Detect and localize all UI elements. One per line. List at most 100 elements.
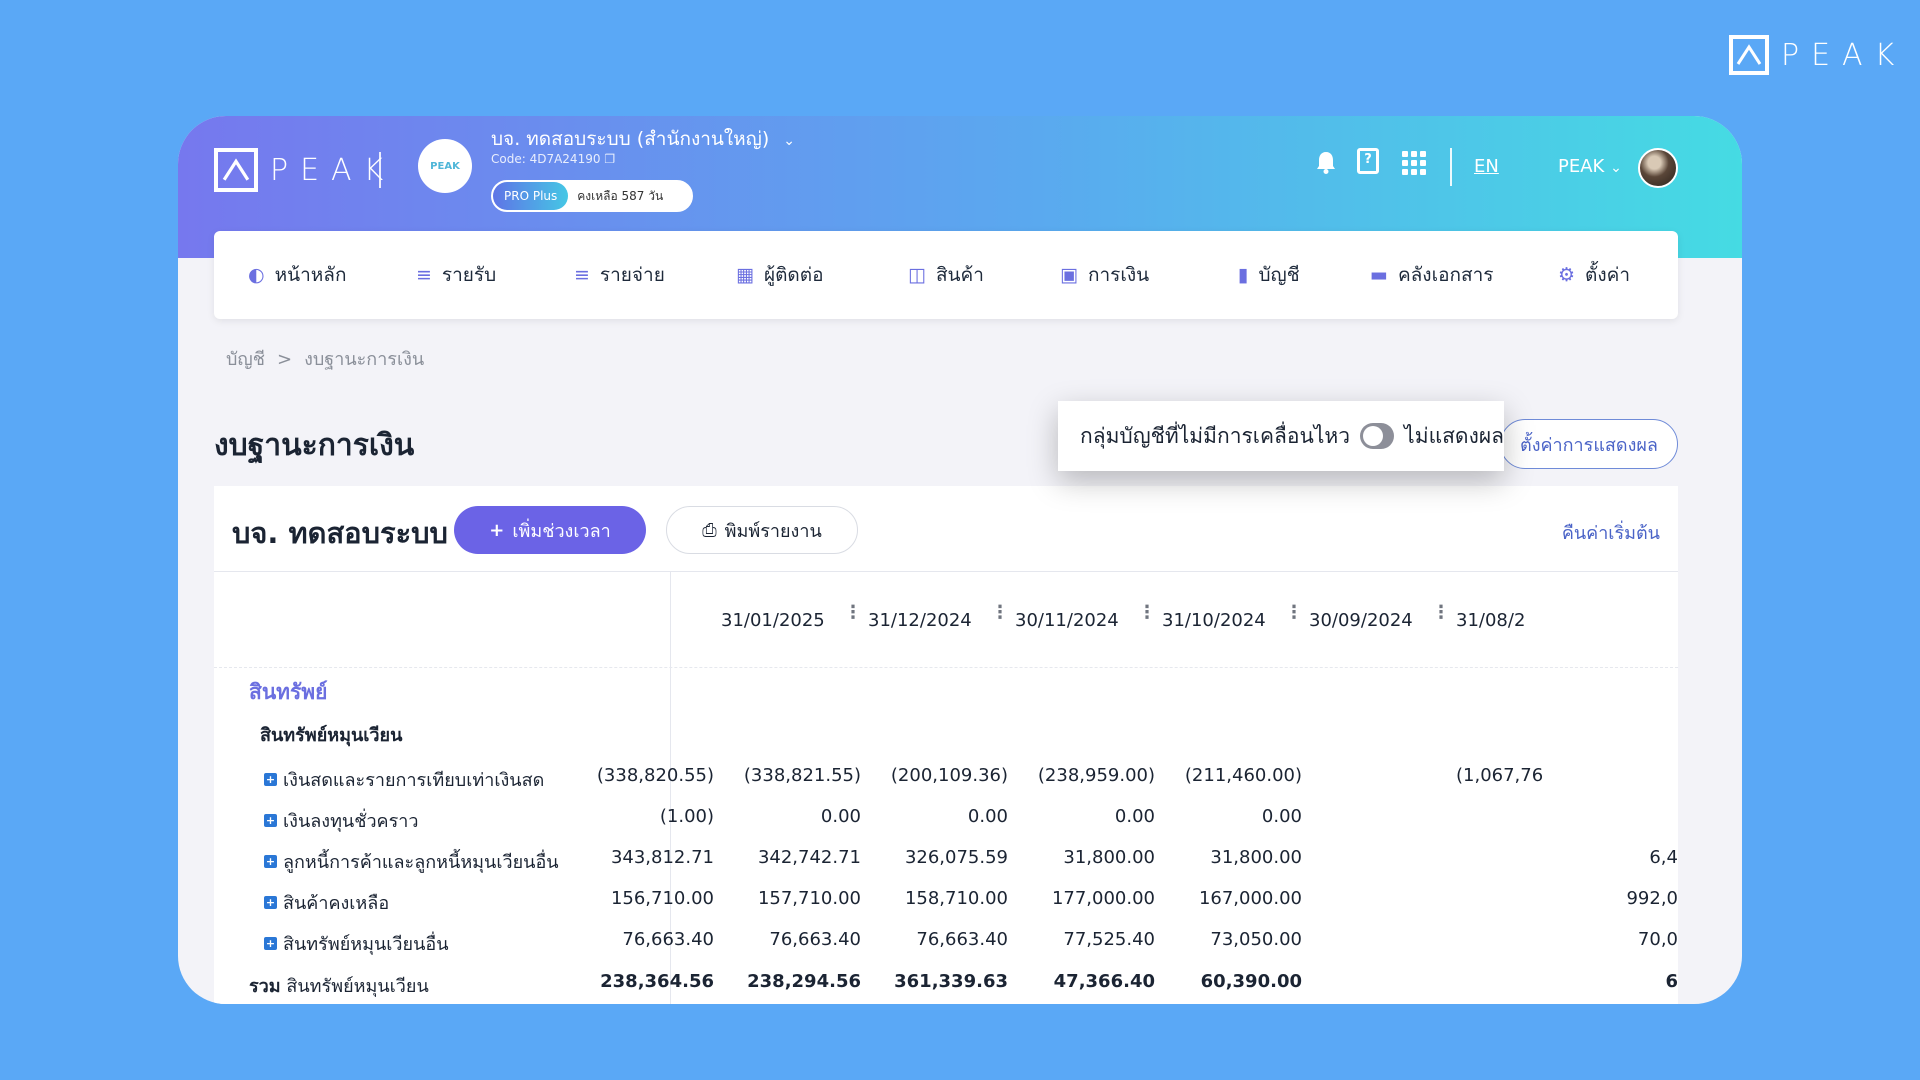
total-row: รวม สินทรัพย์หมุนเวียน 238,364.56 238,29… (214, 971, 1678, 1004)
row-value: 6,4 (1649, 847, 1678, 868)
column-menu-icon[interactable]: ⋮ (844, 604, 862, 622)
row-value: 0.00 (820, 806, 861, 827)
nav-label: บัญชี (1258, 264, 1300, 286)
column-menu-icon[interactable]: ⋮ (991, 604, 1009, 622)
date-column-header: 31/01/2025 (721, 610, 825, 631)
plan-remaining: คงเหลือ 587 วัน (577, 188, 664, 203)
help-book-icon[interactable]: ? (1357, 148, 1379, 174)
report-header: บจ. ทดสอบระบบ + เพิ่มช่วงเวลา ⎙ พิมพ์รายงา… (214, 486, 1678, 572)
header-logo[interactable]: PEAK (214, 148, 395, 192)
nav-item-accounting[interactable]: ▮ บัญชี (1238, 231, 1300, 319)
apps-grid-icon[interactable] (1402, 151, 1426, 175)
row-value: (1,067,76 (1456, 765, 1544, 786)
table-row: + เงินลงทุนชั่วคราว (1.00) 0.00 0.00 0.00… (214, 806, 1678, 846)
page-title: งบฐานะการเงิน (214, 428, 415, 463)
nav-item-settings[interactable]: ⚙ ตั้งค่า (1558, 231, 1630, 319)
row-value: 0.00 (1114, 806, 1155, 827)
nav-item-income[interactable]: ≡ รายรับ (416, 231, 496, 319)
date-header-row: 31/01/2025 ⋮ 31/12/2024 ⋮ 30/11/2024 ⋮ 3… (214, 572, 1678, 668)
row-value: (1.00) (659, 806, 714, 827)
row-value: 158,710.00 (904, 888, 1008, 909)
account-row-label[interactable]: + ลูกหนี้การค้าและลูกหนี้หมุนเวียนอื่น (264, 847, 559, 876)
nav-label: คลังเอกสาร (1397, 264, 1494, 286)
expand-plus-icon[interactable]: + (264, 814, 277, 827)
nav-item-expense[interactable]: ≡ รายจ่าย (574, 231, 665, 319)
add-period-button[interactable]: + เพิ่มช่วงเวลา (454, 506, 646, 554)
expand-plus-icon[interactable]: + (264, 937, 277, 950)
account-row-label[interactable]: + เงินลงทุนชั่วคราว (264, 806, 418, 835)
section-assets: สินทรัพย์ (249, 680, 328, 704)
nav-item-products[interactable]: ◫ สินค้า (908, 231, 984, 319)
product-box-icon: ◫ (908, 264, 926, 286)
print-report-label: พิมพ์รายงาน (724, 520, 822, 542)
plan-badge[interactable]: PRO Plus คงเหลือ 587 วัน (491, 180, 693, 212)
money-icon: ▣ (1060, 264, 1078, 286)
company-selector[interactable]: บจ. ทดสอบระบบ (สำนักงานใหญ่) ⌄ (491, 124, 795, 154)
reset-defaults-link[interactable]: คืนค่าเริ่มต้น (1562, 518, 1660, 547)
total-value: 361,339.63 (894, 971, 1008, 992)
expand-plus-icon[interactable]: + (264, 896, 277, 909)
row-value: 31,800.00 (1210, 847, 1302, 868)
printer-icon: ⎙ (702, 519, 717, 541)
company-avatar-text: PEAK (430, 160, 460, 172)
row-value: 76,663.40 (916, 929, 1008, 950)
account-name: เงินสดและรายการเทียบเท่าเงินสด (283, 770, 545, 791)
nav-item-dashboard[interactable]: ◐ หน้าหลัก (248, 231, 346, 319)
company-name: บจ. ทดสอบระบบ (สำนักงานใหญ่) (491, 128, 770, 150)
expand-plus-icon[interactable]: + (264, 855, 277, 868)
inactive-accounts-popover: กลุ่มบัญชีที่ไม่มีการเคลื่อนไหว ไม่แสดงผ… (1058, 401, 1504, 471)
row-value: 167,000.00 (1198, 888, 1302, 909)
nav-label: ผู้ติดต่อ (763, 264, 824, 286)
header-divider (379, 152, 381, 188)
column-menu-icon[interactable]: ⋮ (1285, 604, 1303, 622)
report-card: บจ. ทดสอบระบบ + เพิ่มช่วงเวลา ⎙ พิมพ์รายงา… (214, 486, 1678, 1004)
row-value: 73,050.00 (1210, 929, 1302, 950)
total-prefix: รวม (249, 976, 281, 997)
inactive-accounts-toggle[interactable] (1360, 423, 1395, 449)
popover-toggle-state: ไม่แสดงผล (1404, 423, 1504, 448)
row-value: 156,710.00 (610, 888, 714, 909)
bell-icon[interactable] (1315, 150, 1337, 180)
nav-item-documents[interactable]: ▬ คลังเอกสาร (1370, 231, 1493, 319)
corner-brand-name: PEAK (1781, 37, 1907, 73)
chevron-down-icon: ⌄ (1610, 160, 1622, 176)
user-name: PEAK (1558, 156, 1605, 177)
report-company-title: บจ. ทดสอบระบบ (232, 516, 448, 550)
expense-list-icon: ≡ (574, 264, 590, 286)
nav-item-finance[interactable]: ▣ การเงิน (1060, 231, 1149, 319)
column-menu-icon[interactable]: ⋮ (1432, 604, 1450, 622)
account-name: สินค้าคงเหลือ (283, 893, 390, 914)
nav-label: ตั้งค่า (1585, 264, 1631, 286)
display-settings-button[interactable]: ตั้งค่าการแสดงผล (1500, 419, 1678, 469)
add-period-label: เพิ่มช่วงเวลา (512, 520, 611, 542)
subsection-current-assets: สินทรัพย์หมุนเวียน (260, 725, 403, 746)
contacts-icon: ▦ (736, 264, 754, 286)
account-row-label[interactable]: + สินค้าคงเหลือ (264, 888, 389, 917)
print-report-button[interactable]: ⎙ พิมพ์รายงาน (666, 506, 858, 554)
user-avatar[interactable] (1638, 148, 1678, 188)
company-code: Code: 4D7A24190 ❐ (491, 152, 615, 166)
column-menu-icon[interactable]: ⋮ (1138, 604, 1156, 622)
row-value: 342,742.71 (757, 847, 861, 868)
account-row-label[interactable]: + เงินสดและรายการเทียบเท่าเงินสด (264, 765, 544, 794)
table-row: + สินทรัพย์หมุนเวียนอื่น 76,663.40 76,663… (214, 929, 1678, 969)
copy-icon[interactable]: ❐ (604, 152, 615, 166)
account-row-label[interactable]: + สินทรัพย์หมุนเวียนอื่น (264, 929, 449, 958)
row-value: 76,663.40 (622, 929, 714, 950)
total-value: 6 (1665, 971, 1678, 992)
breadcrumb-root[interactable]: บัญชี (226, 349, 265, 370)
gear-icon: ⚙ (1558, 264, 1576, 286)
row-value: 31,800.00 (1063, 847, 1155, 868)
expand-plus-icon[interactable]: + (264, 773, 277, 786)
main-nav: ◐ หน้าหลัก ≡ รายรับ ≡ รายจ่าย ▦ ผู้ติดต่อ ◫ ส… (214, 231, 1678, 319)
nav-item-contacts[interactable]: ▦ ผู้ติดต่อ (736, 231, 824, 319)
header-divider-right (1450, 148, 1452, 186)
table-row: + ลูกหนี้การค้าและลูกหนี้หมุนเวียนอื่น 34… (214, 847, 1678, 887)
plan-name: PRO Plus (493, 182, 569, 210)
date-column-header: 31/08/2 (1456, 610, 1526, 631)
user-menu[interactable]: PEAK ⌄ (1558, 156, 1622, 177)
nav-label: สินค้า (935, 264, 984, 286)
company-avatar[interactable]: PEAK (418, 139, 472, 193)
nav-label: รายรับ (441, 264, 497, 286)
language-switch[interactable]: EN (1474, 156, 1499, 177)
